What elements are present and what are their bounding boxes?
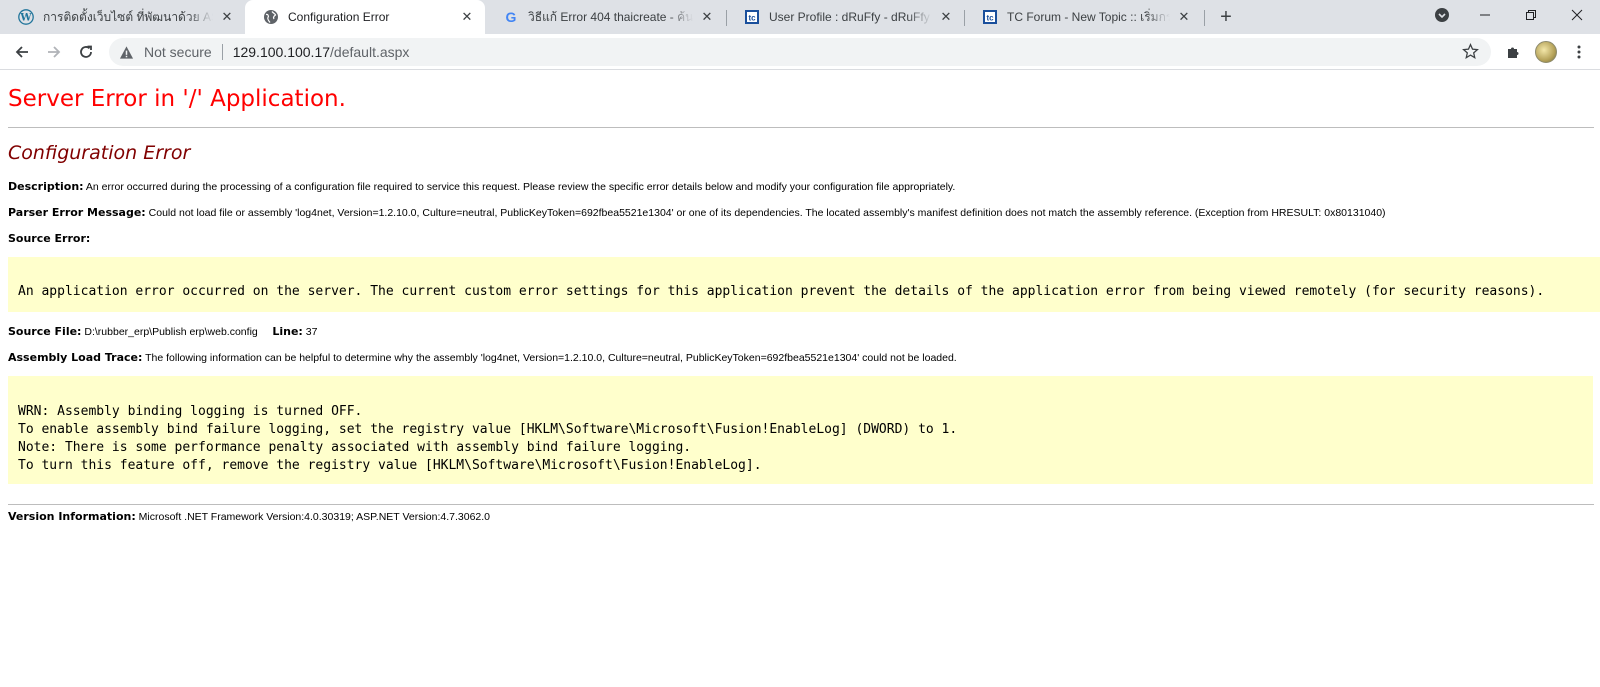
arrow-left-icon xyxy=(15,46,28,58)
trace-line: To turn this feature off, remove the reg… xyxy=(18,458,762,473)
reload-button[interactable] xyxy=(72,38,100,66)
security-status-label[interactable]: Not secure xyxy=(144,44,212,60)
trace-line: WRN: Assembly binding logging is turned … xyxy=(18,404,363,419)
browser-menu-button[interactable] xyxy=(1565,38,1593,66)
restore-button[interactable] xyxy=(1508,0,1554,30)
svg-text:W: W xyxy=(19,13,32,24)
source-error-label: Source Error: xyxy=(8,232,91,245)
tab-google-search[interactable]: G วิธีแก้ Error 404 thaicreate - ค้นหาด้… xyxy=(485,0,725,34)
tab-title: User Profile : dRuFfy - dRuFfy Za xyxy=(769,10,932,24)
close-icon[interactable]: ✕ xyxy=(938,9,954,25)
svg-text:G: G xyxy=(506,9,517,25)
url-text[interactable]: 129.100.100.17/default.aspx xyxy=(233,44,410,60)
description-label: Description: xyxy=(8,180,84,193)
assembly-trace-label: Assembly Load Trace: xyxy=(8,351,143,364)
assembly-trace-box: WRN: Assembly binding logging is turned … xyxy=(8,376,1593,484)
tab-title: Configuration Error xyxy=(288,10,390,24)
back-button[interactable] xyxy=(8,38,36,66)
close-window-icon xyxy=(1571,9,1583,21)
tab-tc-forum[interactable]: tc TC Forum - New Topic :: เริ่มกระทู้ให… xyxy=(964,0,1202,34)
version-info-text: Microsoft .NET Framework Version:4.0.303… xyxy=(138,511,491,523)
assembly-trace-line: Assembly Load Trace: The following infor… xyxy=(8,351,957,364)
wordpress-icon: W xyxy=(18,9,34,25)
version-info-line: Version Information: Microsoft .NET Fram… xyxy=(8,510,490,523)
assembly-trace-text: The following information can be helpful… xyxy=(145,352,957,364)
thaicreate-icon: tc xyxy=(982,9,998,25)
minimize-icon xyxy=(1480,14,1490,16)
reload-icon xyxy=(80,45,92,58)
tab-title: การติดตั้งเว็บไซต์ ที่พัฒนาด้วย ASP.NET xyxy=(43,9,213,24)
thaicreate-icon: tc xyxy=(744,9,760,25)
arrow-right-icon xyxy=(48,46,61,58)
parser-error-text: Could not load file or assembly 'log4net… xyxy=(148,207,1386,219)
svg-text:tc: tc xyxy=(986,14,994,23)
page-content: Server Error in '/' Application. Configu… xyxy=(0,70,1600,687)
svg-text:tc: tc xyxy=(748,14,756,23)
tab-separator xyxy=(1204,10,1205,26)
tab-title: วิธีแก้ Error 404 thaicreate - ค้นหาด้วย… xyxy=(528,9,693,24)
line-number-value: 37 xyxy=(305,326,318,338)
line-number-label: Line: xyxy=(272,325,303,338)
url-host: 129.100.100.17 xyxy=(232,44,331,60)
globe-icon xyxy=(263,9,279,25)
profile-avatar[interactable] xyxy=(1535,41,1557,63)
browser-toolbar: Not secure 129.100.100.17/default.aspx xyxy=(0,34,1600,70)
google-icon: G xyxy=(503,9,519,25)
address-bar-divider xyxy=(221,44,223,60)
forward-button[interactable] xyxy=(40,38,68,66)
source-file-label: Source File: xyxy=(8,325,82,338)
address-bar[interactable]: Not secure 129.100.100.17/default.aspx xyxy=(109,38,1491,66)
close-icon[interactable]: ✕ xyxy=(459,9,475,25)
extensions-button[interactable] xyxy=(1500,38,1528,66)
source-error-code: An application error occurred on the ser… xyxy=(18,284,1545,299)
bookmark-star-icon[interactable] xyxy=(1462,43,1479,60)
parser-error-label: Parser Error Message: xyxy=(8,206,146,219)
tab-strip: W การติดตั้งเว็บไซต์ ที่พัฒนาด้วย ASP.NE… xyxy=(0,0,1600,34)
tab-search-icon xyxy=(1435,8,1449,22)
tab-title: TC Forum - New Topic :: เริ่มกระทู้ใหม่ xyxy=(1007,9,1170,24)
new-tab-button[interactable]: + xyxy=(1215,6,1237,28)
restore-icon xyxy=(1526,10,1536,20)
divider xyxy=(8,504,1594,505)
tab-search-button[interactable] xyxy=(1419,0,1465,30)
close-icon[interactable]: ✕ xyxy=(699,9,715,25)
tab-configuration-error[interactable]: Configuration Error ✕ xyxy=(245,0,485,34)
parser-error-line: Parser Error Message: Could not load fil… xyxy=(8,206,1386,219)
divider xyxy=(8,127,1594,128)
puzzle-icon xyxy=(1508,47,1519,58)
minimize-button[interactable] xyxy=(1462,0,1508,30)
trace-line: To enable assembly bind failure logging,… xyxy=(18,422,958,437)
description-text: An error occurred during the processing … xyxy=(85,181,956,193)
warning-icon[interactable] xyxy=(119,45,134,60)
close-window-button[interactable] xyxy=(1554,0,1600,30)
error-subtitle: Configuration Error xyxy=(8,142,191,164)
more-vert-icon xyxy=(1577,45,1581,59)
source-file-path: D:\rubber_erp\Publish erp\web.config xyxy=(84,326,258,338)
close-icon[interactable]: ✕ xyxy=(1176,9,1192,25)
source-error-box: An application error occurred on the ser… xyxy=(8,257,1600,312)
url-path: /default.aspx xyxy=(330,44,410,60)
source-file-line: Source File: D:\rubber_erp\Publish erp\w… xyxy=(8,325,317,338)
plus-icon: + xyxy=(1220,5,1232,28)
trace-line: Note: There is some performance penalty … xyxy=(18,440,692,455)
source-error-line: Source Error: xyxy=(8,232,90,245)
page-title: Server Error in '/' Application. xyxy=(8,86,346,112)
tab-user-profile[interactable]: tc User Profile : dRuFfy - dRuFfy Za ✕ xyxy=(726,0,964,34)
description-line: Description: An error occurred during th… xyxy=(8,180,955,193)
tab-wordpress[interactable]: W การติดตั้งเว็บไซต์ ที่พัฒนาด้วย ASP.NE… xyxy=(0,0,245,34)
version-info-label: Version Information: xyxy=(8,510,136,523)
close-icon[interactable]: ✕ xyxy=(219,9,235,25)
